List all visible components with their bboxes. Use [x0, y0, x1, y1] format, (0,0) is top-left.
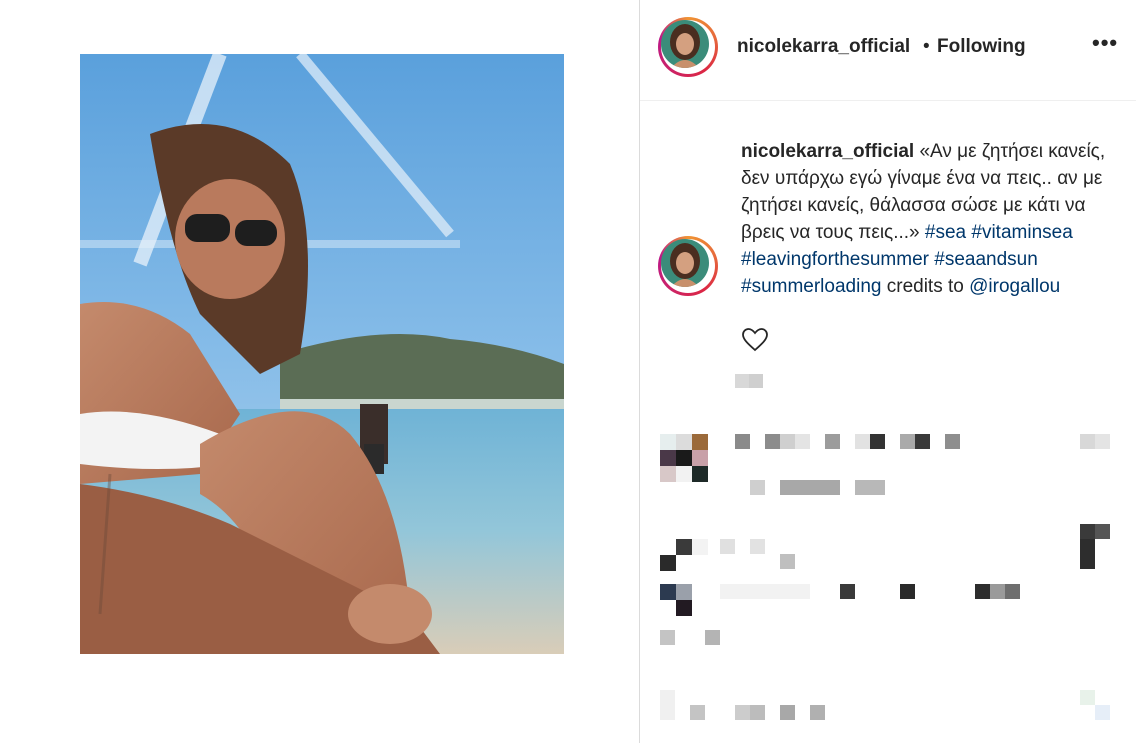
credits-text: credits to — [886, 276, 964, 297]
post-header: nicolekarra_official • Following ••• — [640, 0, 1136, 101]
hashtag-vitaminsea[interactable]: #vitaminsea — [971, 222, 1072, 243]
hashtag-leavingforthesummer[interactable]: #leavingforthesummer — [741, 249, 929, 270]
post-photo[interactable] — [80, 54, 564, 654]
post-username[interactable]: nicolekarra_official — [737, 36, 910, 58]
avatar-photo — [661, 20, 709, 68]
mention-link[interactable]: @irogallou — [969, 276, 1060, 297]
hashtag-summerloading[interactable]: #summerloading — [741, 276, 881, 297]
caption-avatar[interactable] — [658, 236, 718, 296]
hashtag-sea[interactable]: #sea — [925, 222, 966, 243]
post-details-pane: nicolekarra_official • Following ••• nic… — [640, 0, 1136, 743]
avatar-photo — [661, 239, 709, 287]
profile-avatar[interactable] — [658, 17, 718, 77]
post-caption: nicolekarra_official «Αν με ζητήσει κανε… — [741, 138, 1121, 300]
heart-icon[interactable] — [742, 328, 768, 352]
hashtag-seaandsun[interactable]: #seaandsun — [934, 249, 1038, 270]
post-media-pane — [0, 0, 639, 743]
more-options-icon[interactable]: ••• — [1092, 30, 1118, 56]
separator-dot: • — [923, 36, 930, 57]
caption-username[interactable]: nicolekarra_official — [741, 141, 914, 162]
following-button[interactable]: Following — [937, 36, 1026, 58]
